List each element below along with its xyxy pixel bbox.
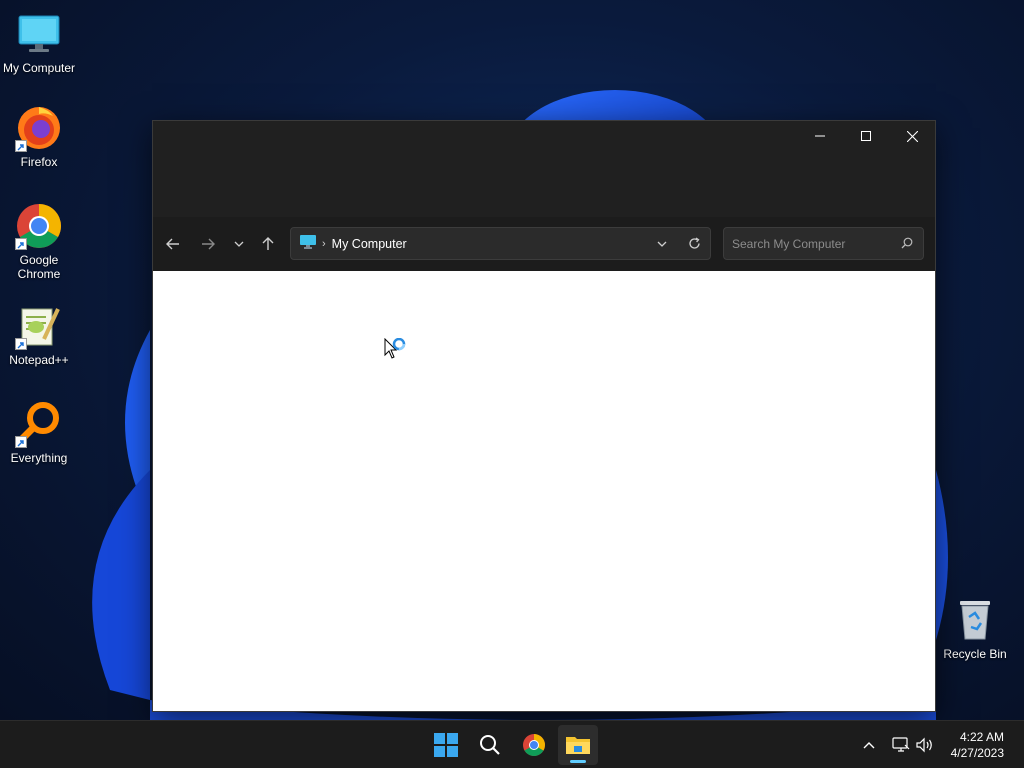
desktop: My Computer Firefox Google Chrome Notepa…	[0, 0, 1024, 720]
taskbar-search-button[interactable]	[470, 725, 510, 765]
close-button[interactable]	[889, 121, 935, 151]
start-button[interactable]	[426, 725, 466, 765]
search-box[interactable]	[723, 227, 924, 260]
taskbar-chrome-button[interactable]	[514, 725, 554, 765]
refresh-button[interactable]	[678, 228, 710, 259]
firefox-icon	[15, 104, 63, 152]
busy-cursor-icon	[384, 337, 410, 365]
shortcut-arrow-icon	[15, 238, 27, 250]
desktop-icon-google-chrome[interactable]: Google Chrome	[2, 202, 76, 281]
monitor-icon	[15, 10, 63, 58]
breadcrumb-separator: ›	[322, 237, 326, 250]
clock-time: 4:22 AM	[959, 730, 1004, 744]
chevron-down-icon	[234, 241, 244, 247]
computer-icon	[300, 235, 316, 252]
notepad-plus-plus-icon	[15, 302, 63, 350]
minimize-button[interactable]	[797, 121, 843, 151]
minimize-icon	[815, 135, 825, 137]
desktop-icon-my-computer[interactable]: My Computer	[2, 10, 76, 75]
desktop-icon-label: Google Chrome	[17, 253, 61, 281]
show-hidden-icons-button[interactable]	[858, 721, 880, 768]
content-pane[interactable]	[153, 271, 935, 711]
volume-button[interactable]	[914, 721, 936, 768]
desktop-icon-label: Firefox	[20, 155, 58, 169]
chrome-icon	[523, 734, 545, 756]
desktop-icon-label: Everything	[10, 451, 68, 465]
arrow-left-icon	[166, 238, 179, 250]
everything-search-icon	[15, 400, 63, 448]
recent-locations-button[interactable]	[224, 229, 254, 259]
chrome-icon	[15, 202, 63, 250]
clock[interactable]: 4:22 AM 4/27/2023	[951, 729, 1004, 761]
address-bar[interactable]: › My Computer	[290, 227, 711, 260]
breadcrumb-my-computer[interactable]: My Computer	[332, 237, 407, 251]
desktop-icon-firefox[interactable]: Firefox	[2, 104, 76, 169]
desktop-icon-label: Recycle Bin	[943, 647, 1007, 661]
shortcut-arrow-icon	[15, 338, 27, 350]
maximize-icon	[861, 131, 871, 141]
recycle-bin-icon	[951, 596, 999, 644]
clock-date: 4/27/2023	[950, 746, 1004, 760]
search-input[interactable]	[732, 236, 892, 251]
desktop-icon-everything[interactable]: Everything	[2, 400, 76, 465]
navigation-bar: › My Computer	[153, 217, 935, 271]
desktop-icon-label: My Computer	[2, 61, 76, 75]
desktop-icon-notepad-plus-plus[interactable]: Notepad++	[2, 302, 76, 367]
desktop-icon-label: Notepad++	[9, 353, 69, 367]
arrow-up-icon	[262, 237, 274, 250]
taskbar: 4:22 AM 4/27/2023	[0, 720, 1024, 768]
search-icon	[901, 237, 913, 252]
active-indicator	[570, 760, 586, 763]
shortcut-arrow-icon	[15, 140, 27, 152]
shortcut-arrow-icon	[15, 436, 27, 448]
desktop-icon-recycle-bin[interactable]: Recycle Bin	[938, 596, 1012, 661]
close-icon	[906, 130, 918, 142]
search-icon	[480, 735, 500, 755]
arrow-right-icon	[202, 238, 215, 250]
title-bar[interactable]	[153, 121, 935, 217]
speaker-icon	[916, 737, 932, 753]
network-button[interactable]	[890, 721, 912, 768]
chevron-up-icon	[863, 741, 875, 748]
address-dropdown-button[interactable]	[646, 228, 678, 259]
file-explorer-window[interactable]: › My Computer	[152, 120, 936, 712]
taskbar-file-explorer-button[interactable]	[558, 725, 598, 765]
maximize-button[interactable]	[843, 121, 889, 151]
refresh-icon	[688, 237, 700, 249]
network-icon	[892, 737, 910, 752]
chevron-down-icon	[657, 241, 667, 247]
forward-button[interactable]	[193, 229, 223, 259]
back-button[interactable]	[158, 229, 188, 259]
start-icon	[434, 733, 458, 757]
up-button[interactable]	[253, 229, 283, 259]
window-controls	[797, 121, 935, 151]
address-bar-actions	[646, 228, 710, 259]
file-explorer-icon	[566, 737, 590, 754]
